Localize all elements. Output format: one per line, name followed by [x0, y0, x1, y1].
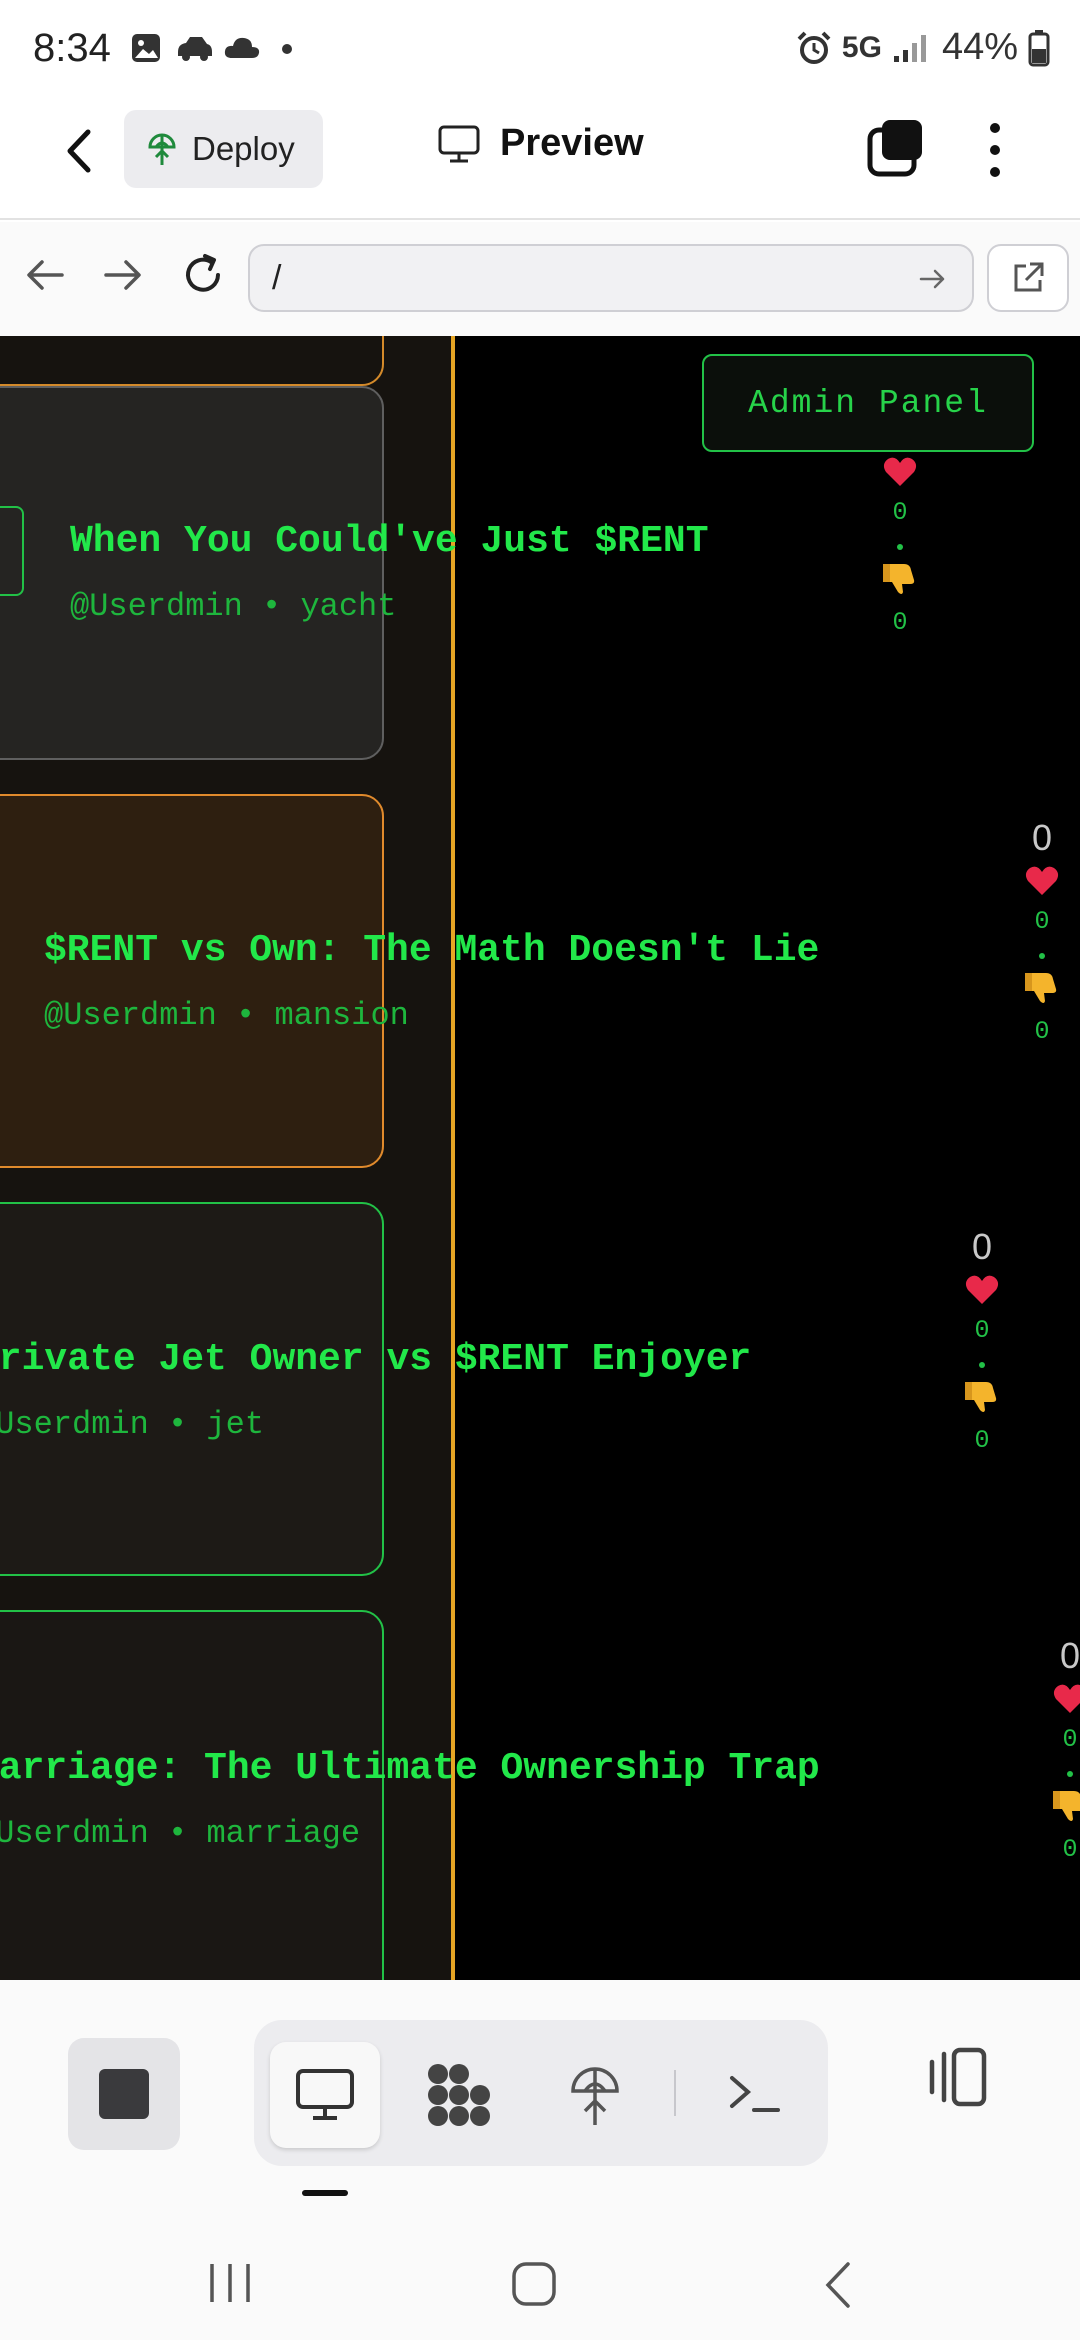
divider: [451, 336, 455, 1980]
dislike-count: 0: [974, 1426, 990, 1455]
battery-icon: [1028, 29, 1050, 66]
post-meta: @Userdmin • yacht: [70, 588, 397, 625]
post-card[interactable]: [0, 1202, 384, 1576]
dislike-count: 0: [892, 608, 908, 637]
post-title[interactable]: Marriage: The Ultimate Ownership Trap: [0, 1747, 820, 1790]
stop-icon: [99, 2069, 149, 2119]
url-path: /: [272, 258, 282, 297]
android-nav-bar: [0, 2220, 1080, 2340]
monitor-icon: [438, 125, 480, 162]
dislike-count: 0: [1034, 1017, 1050, 1046]
monitor-icon: [296, 2069, 354, 2120]
post-thumbnail[interactable]: [0, 506, 24, 596]
post-meta: @Userdmin • marriage: [0, 1815, 361, 1852]
deploy-button[interactable]: Deploy: [124, 110, 323, 188]
post-meta: @Userdmin • mansion: [44, 997, 409, 1034]
post-card[interactable]: [0, 794, 384, 1168]
open-external-button[interactable]: [987, 244, 1069, 312]
active-tab-indicator: [302, 2190, 348, 2196]
go-arrow-icon[interactable]: [916, 262, 950, 296]
preview-title: Preview: [438, 122, 644, 165]
side-panel-icon[interactable]: [920, 2040, 994, 2114]
tab-deploy[interactable]: [540, 2042, 650, 2148]
preview-viewport[interactable]: When You Could've Just $RENT @Userdmin •…: [0, 336, 1080, 1980]
replit-logo-icon: [428, 2064, 490, 2126]
vote-separator: [1039, 953, 1045, 959]
thumbs-down-icon[interactable]: [1024, 969, 1060, 1005]
car-notification-icon: [178, 37, 212, 61]
post-card[interactable]: [0, 1610, 384, 1980]
like-count: 0: [892, 498, 908, 527]
vote-score: 0: [971, 1226, 993, 1267]
network-type: 5G: [841, 30, 882, 64]
heart-icon[interactable]: [1024, 863, 1060, 899]
tabs-switcher-icon[interactable]: [866, 118, 926, 178]
signal-icon: [893, 34, 926, 62]
open-external-icon: [1014, 262, 1044, 292]
like-count: 0: [1034, 907, 1050, 936]
post-title[interactable]: Private Jet Owner vs $RENT Enjoyer: [0, 1338, 751, 1381]
reload-icon[interactable]: [178, 250, 228, 300]
vote-separator: [1067, 1771, 1073, 1777]
thumbs-down-icon[interactable]: [964, 1378, 1000, 1414]
heart-icon[interactable]: [964, 1272, 1000, 1308]
tab-preview[interactable]: [270, 2042, 380, 2148]
browser-forward-icon[interactable]: [98, 250, 148, 300]
deploy-icon: [148, 133, 176, 165]
like-count: 0: [1062, 1725, 1078, 1754]
bottom-toolbar: [0, 1980, 1080, 2220]
vote-score: 0: [1031, 817, 1053, 858]
tab-workspace[interactable]: [404, 2042, 514, 2148]
deploy-icon: [571, 2067, 619, 2125]
post-card[interactable]: [0, 336, 384, 386]
left-panel: [0, 336, 452, 1980]
system-back-icon[interactable]: [818, 2260, 858, 2310]
view-switcher: [254, 2020, 828, 2166]
status-time: 8:34: [33, 26, 111, 70]
tab-shell[interactable]: [700, 2042, 810, 2148]
more-notifications-dot: [282, 44, 292, 54]
vote-score: 0: [1059, 1635, 1080, 1676]
recent-apps-icon[interactable]: [204, 2260, 256, 2306]
thumbs-down-icon[interactable]: [882, 560, 918, 596]
gallery-notification-icon: [132, 34, 160, 62]
post-meta: @Userdmin • jet: [0, 1406, 265, 1443]
more-options-icon[interactable]: [975, 118, 1015, 182]
app-bar: Deploy Preview: [0, 100, 1080, 220]
post-title[interactable]: When You Could've Just $RENT: [70, 520, 709, 563]
vote-separator: [979, 1362, 985, 1368]
stop-button[interactable]: [68, 2038, 180, 2150]
url-input[interactable]: /: [248, 244, 974, 312]
dislike-count: 0: [1062, 1835, 1078, 1864]
thumbs-down-icon[interactable]: [1052, 1787, 1080, 1823]
admin-panel-button[interactable]: Admin Panel: [702, 354, 1034, 452]
cloud-notification-icon: [224, 37, 260, 58]
status-bar: 8:34 5G 44%: [0, 0, 1080, 100]
status-right: 5G 44%: [796, 26, 1050, 69]
terminal-icon: [730, 2076, 780, 2112]
post-card[interactable]: [0, 386, 384, 760]
preview-label: Preview: [500, 122, 644, 164]
alarm-icon: [797, 31, 831, 64]
battery-percent: 44%: [941, 26, 1018, 68]
back-arrow-icon[interactable]: [56, 126, 106, 176]
url-bar: /: [0, 222, 1080, 336]
heart-icon[interactable]: [1052, 1681, 1080, 1717]
home-icon[interactable]: [510, 2260, 558, 2308]
post-title[interactable]: $RENT vs Own: The Math Doesn't Lie: [44, 929, 819, 972]
toolbar-separator: [674, 2070, 676, 2116]
vote-separator: [897, 544, 903, 550]
like-count: 0: [974, 1316, 990, 1345]
deploy-label: Deploy: [192, 130, 295, 167]
heart-icon[interactable]: [882, 454, 918, 490]
browser-back-icon[interactable]: [20, 250, 70, 300]
